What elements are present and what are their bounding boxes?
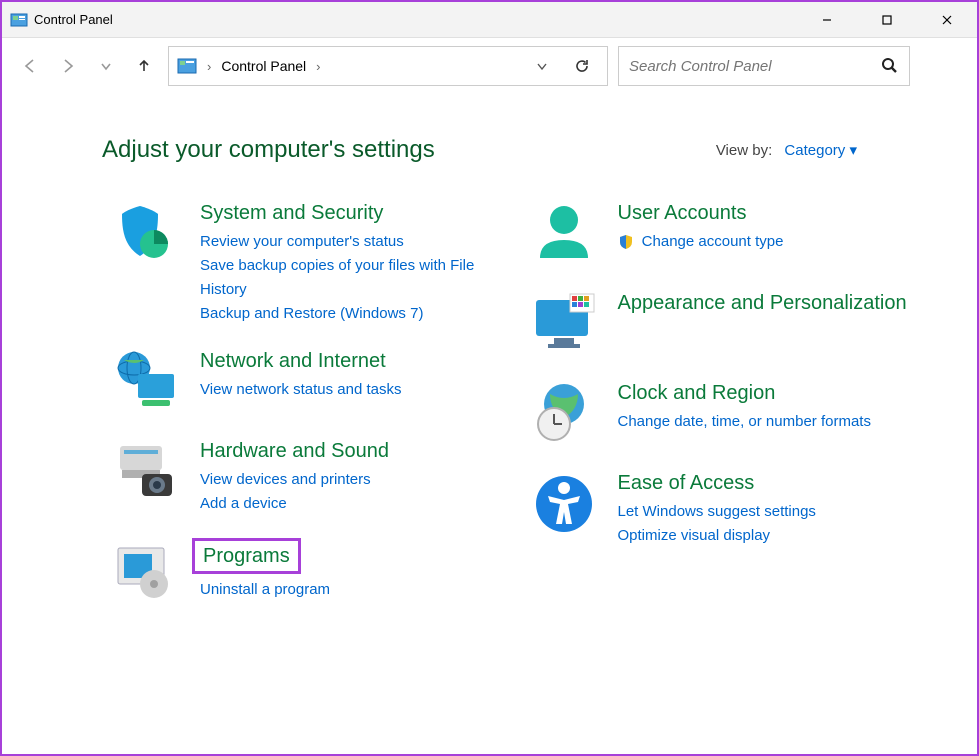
- recent-dropdown[interactable]: [92, 52, 120, 80]
- shield-small-icon: [618, 234, 634, 250]
- titlebar: Control Panel: [2, 2, 977, 38]
- category-link[interactable]: Uninstall a program: [200, 578, 500, 602]
- category-link[interactable]: Change account type: [618, 230, 918, 254]
- monitor-colors-icon: [530, 290, 598, 358]
- category-title[interactable]: Network and Internet: [200, 348, 500, 374]
- category-programs: Programs Uninstall a program: [112, 538, 500, 606]
- category-link[interactable]: Backup and Restore (Windows 7): [200, 302, 500, 326]
- address-bar-icon: [177, 57, 197, 75]
- view-by-label: View by:: [716, 142, 772, 159]
- back-button[interactable]: [16, 52, 44, 80]
- category-hardware-sound: Hardware and Sound View devices and prin…: [112, 438, 500, 516]
- main-header: Adjust your computer's settings View by:…: [2, 94, 977, 182]
- category-title[interactable]: System and Security: [200, 200, 500, 226]
- category-title[interactable]: Hardware and Sound: [200, 438, 500, 464]
- search-box[interactable]: [618, 46, 910, 86]
- address-dropdown[interactable]: [525, 59, 559, 73]
- left-column: System and Security Review your computer…: [112, 200, 500, 628]
- printer-camera-icon: [112, 438, 180, 506]
- category-link[interactable]: Add a device: [200, 492, 500, 516]
- view-by-dropdown[interactable]: Category ▾: [784, 142, 857, 159]
- globe-monitor-icon: [112, 348, 180, 416]
- minimize-button[interactable]: [797, 2, 857, 38]
- category-title[interactable]: User Accounts: [618, 200, 918, 226]
- category-link[interactable]: Review your computer's status: [200, 230, 500, 254]
- category-link[interactable]: Optimize visual display: [618, 524, 918, 548]
- right-column: User Accounts Change account type Appear…: [530, 200, 918, 628]
- chevron-right-icon: ›: [207, 59, 211, 74]
- search-icon[interactable]: [881, 57, 899, 75]
- up-button[interactable]: [130, 52, 158, 80]
- category-link[interactable]: Save backup copies of your files with Fi…: [200, 254, 500, 302]
- category-title[interactable]: Ease of Access: [618, 470, 918, 496]
- category-title[interactable]: Appearance and Personalization: [618, 290, 918, 316]
- window-title: Control Panel: [34, 12, 797, 27]
- category-title-programs[interactable]: Programs: [192, 538, 301, 574]
- search-input[interactable]: [629, 58, 881, 75]
- chevron-right-icon[interactable]: ›: [316, 59, 320, 74]
- category-user-accounts: User Accounts Change account type: [530, 200, 918, 268]
- maximize-button[interactable]: [857, 2, 917, 38]
- clock-globe-icon: [530, 380, 598, 448]
- category-link[interactable]: View network status and tasks: [200, 378, 500, 402]
- address-bar[interactable]: › Control Panel ›: [168, 46, 608, 86]
- programs-icon: [112, 538, 180, 606]
- titlebar-controls: [797, 2, 977, 38]
- forward-button[interactable]: [54, 52, 82, 80]
- accessibility-icon: [530, 470, 598, 538]
- refresh-button[interactable]: [565, 57, 599, 75]
- user-icon: [530, 200, 598, 268]
- category-appearance: Appearance and Personalization: [530, 290, 918, 358]
- category-link[interactable]: View devices and printers: [200, 468, 500, 492]
- toolbar: › Control Panel ›: [2, 38, 977, 94]
- control-panel-icon: [10, 11, 28, 29]
- category-clock-region: Clock and Region Change date, time, or n…: [530, 380, 918, 448]
- category-system-security: System and Security Review your computer…: [112, 200, 500, 326]
- breadcrumb-item[interactable]: Control Panel: [221, 58, 306, 74]
- category-network-internet: Network and Internet View network status…: [112, 348, 500, 416]
- shield-icon: [112, 200, 180, 268]
- category-link[interactable]: Change date, time, or number formats: [618, 410, 918, 434]
- close-button[interactable]: [917, 2, 977, 38]
- view-by: View by: Category ▾: [716, 141, 857, 159]
- page-title: Adjust your computer's settings: [102, 136, 435, 164]
- content: System and Security Review your computer…: [2, 182, 977, 628]
- category-title[interactable]: Clock and Region: [618, 380, 918, 406]
- category-ease-of-access: Ease of Access Let Windows suggest setti…: [530, 470, 918, 548]
- category-link[interactable]: Let Windows suggest settings: [618, 500, 918, 524]
